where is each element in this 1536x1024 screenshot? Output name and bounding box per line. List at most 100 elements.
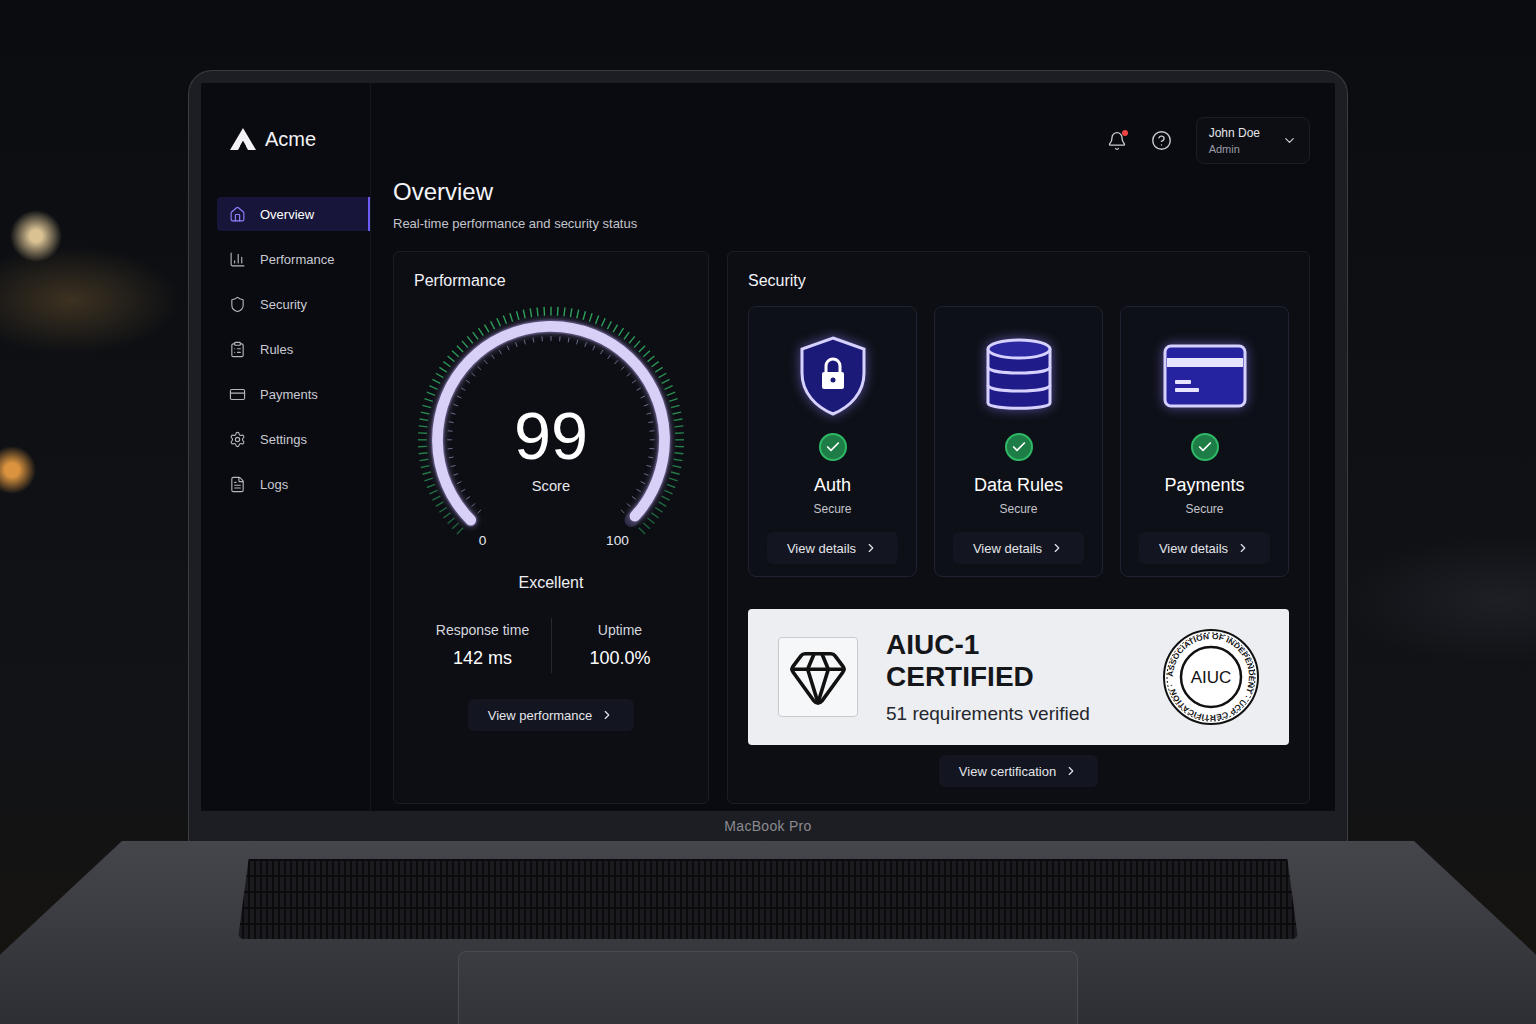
security-item-icon-box	[790, 333, 876, 419]
notifications-button[interactable]	[1107, 131, 1127, 151]
diamond-box	[778, 637, 858, 717]
check-icon	[825, 439, 841, 455]
sidebar-item-label: Settings	[260, 432, 307, 447]
security-item: Auth Secure View details	[748, 306, 917, 577]
chevron-right-icon	[1236, 541, 1250, 555]
keyboard	[238, 859, 1298, 939]
gauge: 99 Score 0 100	[414, 300, 688, 562]
status-badge	[1191, 433, 1219, 461]
certification-banner: AIUC-1 CERTIFIED 51 requirements verified…	[748, 609, 1289, 745]
stat-label: Uptime	[598, 622, 642, 638]
diamond-icon	[787, 646, 849, 708]
file-text-icon	[229, 476, 246, 493]
card-title: Security	[748, 272, 1289, 290]
score-value: 99	[514, 399, 588, 473]
security-item-status: Secure	[1185, 502, 1223, 516]
credit-card-icon	[1163, 344, 1247, 408]
security-item-status: Secure	[813, 502, 851, 516]
bar-chart-icon	[229, 251, 246, 268]
security-item-icon-box	[1162, 333, 1248, 419]
user-menu[interactable]: John Doe Admin	[1196, 117, 1310, 164]
security-item-name: Data Rules	[974, 475, 1063, 496]
top-bar: John Doe Admin	[393, 117, 1310, 164]
button-label: View performance	[488, 708, 593, 723]
score-label: Score	[532, 478, 570, 494]
rating: Excellent	[414, 574, 688, 592]
view-certification-button[interactable]: View certification	[939, 755, 1098, 787]
security-items: Auth Secure View details Data Rules Secure Vi…	[748, 306, 1289, 577]
sidebar-item[interactable]: Payments	[217, 377, 370, 411]
app-name: Acme	[265, 128, 316, 151]
chevron-right-icon	[864, 541, 878, 555]
sidebar-item[interactable]: Performance	[217, 242, 370, 276]
sidebar-item[interactable]: Overview	[217, 197, 370, 231]
database-icon	[984, 337, 1054, 415]
stat-value: 100.0%	[589, 648, 650, 669]
check-icon	[1011, 439, 1027, 455]
button-label: View details	[787, 541, 856, 556]
page-subtitle: Real-time performance and security statu…	[393, 216, 1310, 231]
cards-grid: Performance 99 Score 0 100 Excellent Response …	[393, 251, 1310, 771]
view-performance-button[interactable]: View performance	[468, 699, 635, 731]
gauge-min: 0	[479, 533, 487, 548]
stat-label: Response time	[436, 622, 529, 638]
security-item: Data Rules Secure View details	[934, 306, 1103, 577]
user-name: John Doe	[1209, 126, 1260, 140]
laptop-chin: MacBook Pro	[201, 811, 1335, 841]
certification-subtitle: 51 requirements verified	[886, 703, 1133, 725]
view-details-button[interactable]: View details	[1139, 532, 1270, 564]
sidebar-item[interactable]: Logs	[217, 467, 370, 501]
laptop-base	[0, 841, 1536, 1024]
gauge-ticks	[418, 307, 684, 534]
user-role: Admin	[1209, 143, 1260, 155]
certification-title: AIUC-1 CERTIFIED	[886, 629, 1133, 693]
sidebar-item-label: Security	[260, 297, 307, 312]
view-details-button[interactable]: View details	[953, 532, 1084, 564]
sidebar-item-label: Logs	[260, 477, 288, 492]
trackpad	[458, 951, 1078, 1024]
help-button[interactable]	[1151, 130, 1172, 151]
sidebar-item-label: Performance	[260, 252, 334, 267]
status-badge	[1005, 433, 1033, 461]
button-label: View certification	[959, 764, 1056, 779]
dashboard-screen: Acme Overview Performance Security Rules Paym…	[201, 83, 1335, 811]
stats-row: Response time 142 ms Uptime 100.0%	[414, 618, 688, 673]
sidebar-item-label: Payments	[260, 387, 318, 402]
sidebar-item[interactable]: Security	[217, 287, 370, 321]
device-label: MacBook Pro	[724, 818, 811, 834]
button-label: View details	[973, 541, 1042, 556]
chevron-right-icon	[1050, 541, 1064, 555]
view-details-button[interactable]: View details	[767, 532, 898, 564]
shield-icon	[229, 296, 246, 313]
certification-text: AIUC-1 CERTIFIED 51 requirements verified	[886, 629, 1133, 725]
seal-text: AIUC	[1191, 668, 1232, 687]
stat: Response time 142 ms	[414, 618, 551, 673]
clipboard-list-icon	[229, 341, 246, 358]
user-info: John Doe Admin	[1209, 126, 1260, 155]
shield-lock-icon	[798, 335, 868, 417]
help-icon	[1151, 130, 1172, 151]
stat-value: 142 ms	[453, 648, 512, 669]
sidebar-item[interactable]: Rules	[217, 332, 370, 366]
security-item-status: Secure	[999, 502, 1037, 516]
sidebar-item[interactable]: Settings	[217, 422, 370, 456]
seal: ASSOCIATION OF INDEPENDENT · UCP CERTIFI…	[1161, 627, 1261, 727]
chevron-down-icon	[1282, 133, 1297, 148]
security-card: SecurityAuthSecureView detailsData Rules…	[727, 251, 1310, 804]
sidebar-item-label: Overview	[260, 207, 314, 222]
logo-icon	[229, 127, 257, 151]
stat: Uptime 100.0%	[551, 618, 688, 673]
gauge-inner-ticks	[447, 336, 654, 513]
status-badge	[819, 433, 847, 461]
laptop-scene: Acme Overview Performance Security Rules Paym…	[0, 0, 1536, 1024]
notification-dot	[1122, 130, 1128, 136]
card-title: Performance	[414, 272, 688, 290]
security-item-name: Payments	[1164, 475, 1244, 496]
gauge-max: 100	[606, 533, 629, 548]
security-item-name: Auth	[814, 475, 851, 496]
chevron-right-icon	[1064, 764, 1078, 778]
performance-card: Performance 99 Score 0 100 Excellent Response …	[393, 251, 709, 804]
button-label: View details	[1159, 541, 1228, 556]
app-logo[interactable]: Acme	[201, 127, 370, 151]
check-icon	[1197, 439, 1213, 455]
